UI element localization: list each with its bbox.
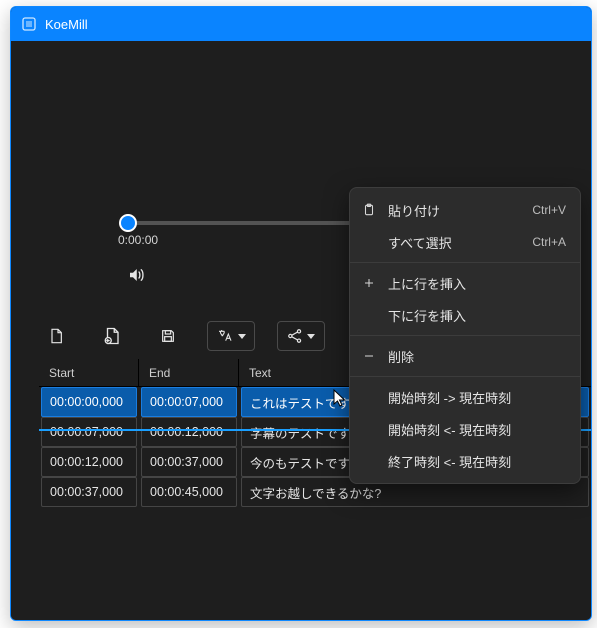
menu-insert-above[interactable]: 上に行を挿入 bbox=[350, 267, 580, 299]
toolbar bbox=[39, 321, 325, 351]
cell-start[interactable]: 00:00:12,000 bbox=[41, 447, 137, 477]
menu-label: 開始時刻 <- 現在時刻 bbox=[388, 420, 566, 439]
translate-dropdown[interactable] bbox=[207, 321, 255, 351]
menu-separator bbox=[350, 335, 580, 336]
col-end[interactable]: End bbox=[139, 359, 239, 386]
menu-label: 開始時刻 -> 現在時刻 bbox=[388, 388, 566, 407]
menu-label: すべて選択 bbox=[388, 233, 522, 252]
col-start[interactable]: Start bbox=[39, 359, 139, 386]
content-area: 0:00:00 10 bbox=[11, 41, 591, 620]
menu-separator bbox=[350, 376, 580, 377]
open-file-button[interactable] bbox=[95, 321, 129, 351]
share-dropdown[interactable] bbox=[277, 321, 325, 351]
menu-accel: Ctrl+A bbox=[532, 235, 566, 249]
menu-label: 貼り付け bbox=[388, 201, 522, 220]
menu-label: 終了時刻 <- 現在時刻 bbox=[388, 452, 566, 471]
menu-paste[interactable]: 貼り付け Ctrl+V bbox=[350, 194, 580, 226]
cell-end[interactable]: 00:00:45,000 bbox=[141, 477, 237, 507]
app-icon bbox=[21, 16, 37, 32]
menu-accel: Ctrl+V bbox=[532, 203, 566, 217]
context-menu: 貼り付け Ctrl+V すべて選択 Ctrl+A 上に行を挿入 下に行を挿入 bbox=[349, 187, 581, 484]
menu-end-from-now[interactable]: 終了時刻 <- 現在時刻 bbox=[350, 445, 580, 477]
window-title: KoeMill bbox=[45, 17, 88, 32]
volume-icon[interactable] bbox=[126, 266, 146, 284]
menu-label: 下に行を挿入 bbox=[388, 306, 566, 325]
cell-end[interactable]: 00:00:12,000 bbox=[141, 417, 237, 447]
menu-start-from-now[interactable]: 開始時刻 <- 現在時刻 bbox=[350, 413, 580, 445]
cell-end[interactable]: 00:00:37,000 bbox=[141, 447, 237, 477]
cell-start[interactable]: 00:00:00,000 bbox=[41, 387, 137, 417]
menu-separator bbox=[350, 262, 580, 263]
minus-icon bbox=[360, 350, 378, 362]
menu-delete[interactable]: 削除 bbox=[350, 340, 580, 372]
cell-start[interactable]: 00:00:37,000 bbox=[41, 477, 137, 507]
new-file-button[interactable] bbox=[39, 321, 73, 351]
seek-thumb[interactable] bbox=[119, 214, 137, 232]
menu-start-to-now[interactable]: 開始時刻 -> 現在時刻 bbox=[350, 381, 580, 413]
save-button[interactable] bbox=[151, 321, 185, 351]
paste-icon bbox=[360, 203, 378, 217]
app-window: KoeMill 0:00:00 10 bbox=[10, 6, 592, 621]
chevron-down-icon bbox=[238, 334, 246, 339]
menu-select-all[interactable]: すべて選択 Ctrl+A bbox=[350, 226, 580, 258]
menu-label: 上に行を挿入 bbox=[388, 274, 566, 293]
plus-icon bbox=[360, 277, 378, 289]
cell-start[interactable]: 00:00:07,000 bbox=[41, 417, 137, 447]
menu-label: 削除 bbox=[388, 347, 566, 366]
cell-end[interactable]: 00:00:07,000 bbox=[141, 387, 237, 417]
titlebar[interactable]: KoeMill bbox=[11, 7, 591, 41]
menu-insert-below[interactable]: 下に行を挿入 bbox=[350, 299, 580, 331]
chevron-down-icon bbox=[307, 334, 315, 339]
